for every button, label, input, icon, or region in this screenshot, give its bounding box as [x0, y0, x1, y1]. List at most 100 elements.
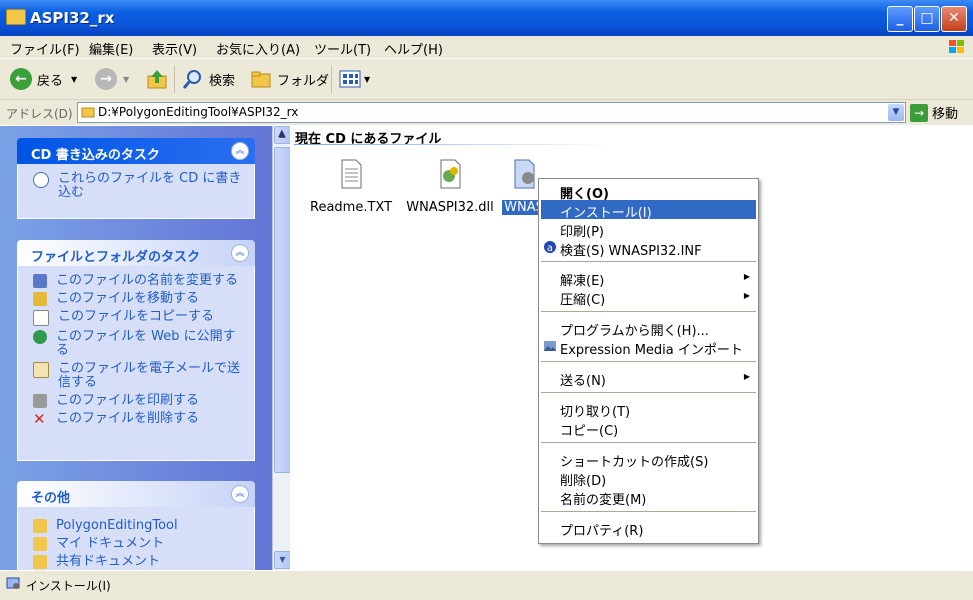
folders-button[interactable]: フォルダ — [250, 67, 329, 91]
toolbar: ← 戻る ▼ → ▼ 検索 フォルダ ▼ — [0, 59, 973, 100]
menu-cut[interactable]: 切り取り(T) — [541, 399, 756, 420]
task-email[interactable]: このファイルを電子メールで送信する — [18, 360, 254, 392]
go-arrow-icon: → — [910, 103, 928, 122]
address-input[interactable]: D:¥PolygonEditingTool¥ASPI32_rx ▼ — [77, 102, 906, 123]
menu-separator — [541, 311, 756, 312]
task-publish-web[interactable]: このファイルを Web に公開する — [18, 328, 254, 360]
text-file-icon — [341, 159, 362, 189]
menu-scan[interactable]: a 検査(S) WNASPI32.INF — [541, 238, 756, 259]
shared-documents-icon — [33, 555, 47, 569]
task-rename[interactable]: このファイルの名前を変更する — [18, 272, 254, 290]
menu-extract[interactable]: 解凍(E) ▶ — [541, 268, 756, 289]
task-delete[interactable]: ✕ このファイルを削除する — [18, 410, 254, 428]
scroll-thumb[interactable] — [274, 147, 291, 473]
other-item-label: PolygonEditingTool — [56, 518, 178, 533]
views-dropdown-icon[interactable]: ▼ — [364, 75, 370, 84]
back-dropdown-icon[interactable]: ▼ — [71, 75, 77, 84]
dll-file-icon — [440, 159, 461, 189]
other-item-shared-documents[interactable]: 共有ドキュメント — [18, 553, 254, 570]
expression-media-icon — [544, 341, 556, 351]
inf-file-icon — [514, 159, 535, 189]
menu-separator — [541, 361, 756, 362]
file-readme[interactable]: Readme.TXT — [310, 158, 392, 215]
other-item-my-documents[interactable]: マイ ドキュメント — [18, 535, 254, 553]
menu-open[interactable]: 開く(O) — [541, 181, 756, 202]
menu-help[interactable]: ヘルプ(H) — [384, 39, 443, 58]
folders-icon — [251, 71, 271, 88]
menu-properties[interactable]: プロパティ(R) — [541, 518, 756, 539]
task-label: このファイルをコピーする — [58, 309, 215, 324]
back-label: 戻る — [37, 73, 64, 89]
task-copy[interactable]: このファイルをコピーする — [18, 308, 254, 328]
menu-edit[interactable]: 編集(E) — [89, 39, 133, 58]
address-label: アドレス(D) — [6, 107, 73, 121]
views-icon — [339, 70, 361, 88]
views-button[interactable]: ▼ — [339, 67, 370, 91]
sort-up-icon: ▲ — [278, 128, 286, 139]
my-documents-icon — [33, 537, 47, 551]
menu-file[interactable]: ファイル(F) — [10, 39, 80, 58]
window-title: ASPI32_rx — [30, 9, 115, 27]
menu-tools[interactable]: ツール(T) — [314, 39, 371, 58]
address-dropdown-button[interactable]: ▼ — [888, 104, 904, 121]
status-bar: インストール(I) — [0, 570, 973, 600]
menu-separator — [541, 511, 756, 512]
file-name: Readme.TXT — [310, 200, 393, 215]
task-print[interactable]: このファイルを印刷する — [18, 392, 254, 410]
context-menu: 開く(O) インストール(I) 印刷(P) a 検査(S) WNASPI32.I… — [538, 178, 759, 544]
menu-separator — [541, 442, 756, 443]
scan-icon: a — [544, 241, 556, 254]
task-move[interactable]: このファイルを移動する — [18, 290, 254, 308]
menu-view[interactable]: 表示(V) — [152, 39, 197, 58]
other-item-label: マイ ドキュメント — [56, 536, 165, 551]
menu-rename[interactable]: 名前の変更(M) — [541, 487, 756, 508]
scroll-down-button[interactable]: ▼ — [274, 551, 291, 569]
other-panel: その他 ︽ PolygonEditingTool マイ ドキュメント 共有ドキュ… — [17, 481, 255, 570]
go-button[interactable]: → 移動 — [910, 103, 958, 122]
menu-delete[interactable]: 削除(D) — [541, 468, 756, 489]
menu-compress[interactable]: 圧縮(C) ▶ — [541, 287, 756, 308]
file-tasks-title: ファイルとフォルダのタスク — [31, 250, 201, 265]
menu-favorites[interactable]: お気に入り(A) — [216, 39, 300, 58]
forward-dropdown-icon[interactable]: ▼ — [123, 75, 129, 84]
menu-send-to[interactable]: 送る(N) ▶ — [541, 368, 756, 389]
file-tasks-header[interactable]: ファイルとフォルダのタスク ︽ — [17, 240, 255, 266]
back-arrow-icon: ← — [10, 68, 32, 90]
cd-tasks-header[interactable]: CD 書き込みのタスク ︽ — [17, 138, 255, 164]
menu-print[interactable]: 印刷(P) — [541, 219, 756, 240]
task-label: このファイルを印刷する — [56, 393, 200, 408]
toolbar-divider — [331, 65, 332, 93]
copy-icon — [33, 310, 49, 326]
menu-install[interactable]: インストール(I) — [541, 200, 756, 221]
collapse-chevron-icon[interactable]: ︽ — [231, 244, 249, 262]
menu-separator — [541, 392, 756, 393]
forward-button[interactable]: → ▼ — [95, 67, 129, 91]
task-label: このファイルを削除する — [56, 411, 200, 426]
folder-icon — [33, 519, 47, 533]
maximize-button[interactable]: □ — [914, 6, 940, 32]
publish-web-icon — [33, 330, 47, 344]
menu-expression-media[interactable]: Expression Media インポート — [541, 337, 756, 358]
back-button[interactable]: ← 戻る ▼ — [10, 67, 77, 91]
title-bar[interactable]: ASPI32_rx _ □ ✕ — [0, 0, 973, 36]
other-header[interactable]: その他 ︽ — [17, 481, 255, 507]
close-button[interactable]: ✕ — [941, 6, 967, 32]
collapse-chevron-icon[interactable]: ︽ — [231, 485, 249, 503]
task-label: このファイルを電子メールで送信する — [58, 361, 241, 390]
task-burn-cd[interactable]: これらのファイルを CD に書き込む — [18, 170, 254, 202]
email-icon — [33, 362, 49, 378]
folder-icon — [81, 107, 95, 118]
collapse-chevron-icon[interactable]: ︽ — [231, 142, 249, 160]
menu-create-shortcut[interactable]: ショートカットの作成(S) — [541, 449, 756, 470]
submenu-arrow-icon: ▶ — [743, 372, 750, 381]
menu-open-with[interactable]: プログラムから開く(H)... — [541, 318, 756, 339]
search-button[interactable]: 検索 — [182, 67, 235, 91]
up-folder-button[interactable] — [146, 67, 168, 91]
menu-copy[interactable]: コピー(C) — [541, 418, 756, 439]
other-item-polygoneditingtool[interactable]: PolygonEditingTool — [18, 517, 254, 535]
minimize-button[interactable]: _ — [887, 6, 913, 32]
file-wnaspi32-dll[interactable]: WNASPI32.dll — [404, 158, 496, 215]
windows-logo-icon — [949, 40, 964, 53]
folder-icon — [6, 9, 26, 25]
task-pane-scrollbar[interactable]: ▲ ▼ — [272, 126, 291, 570]
